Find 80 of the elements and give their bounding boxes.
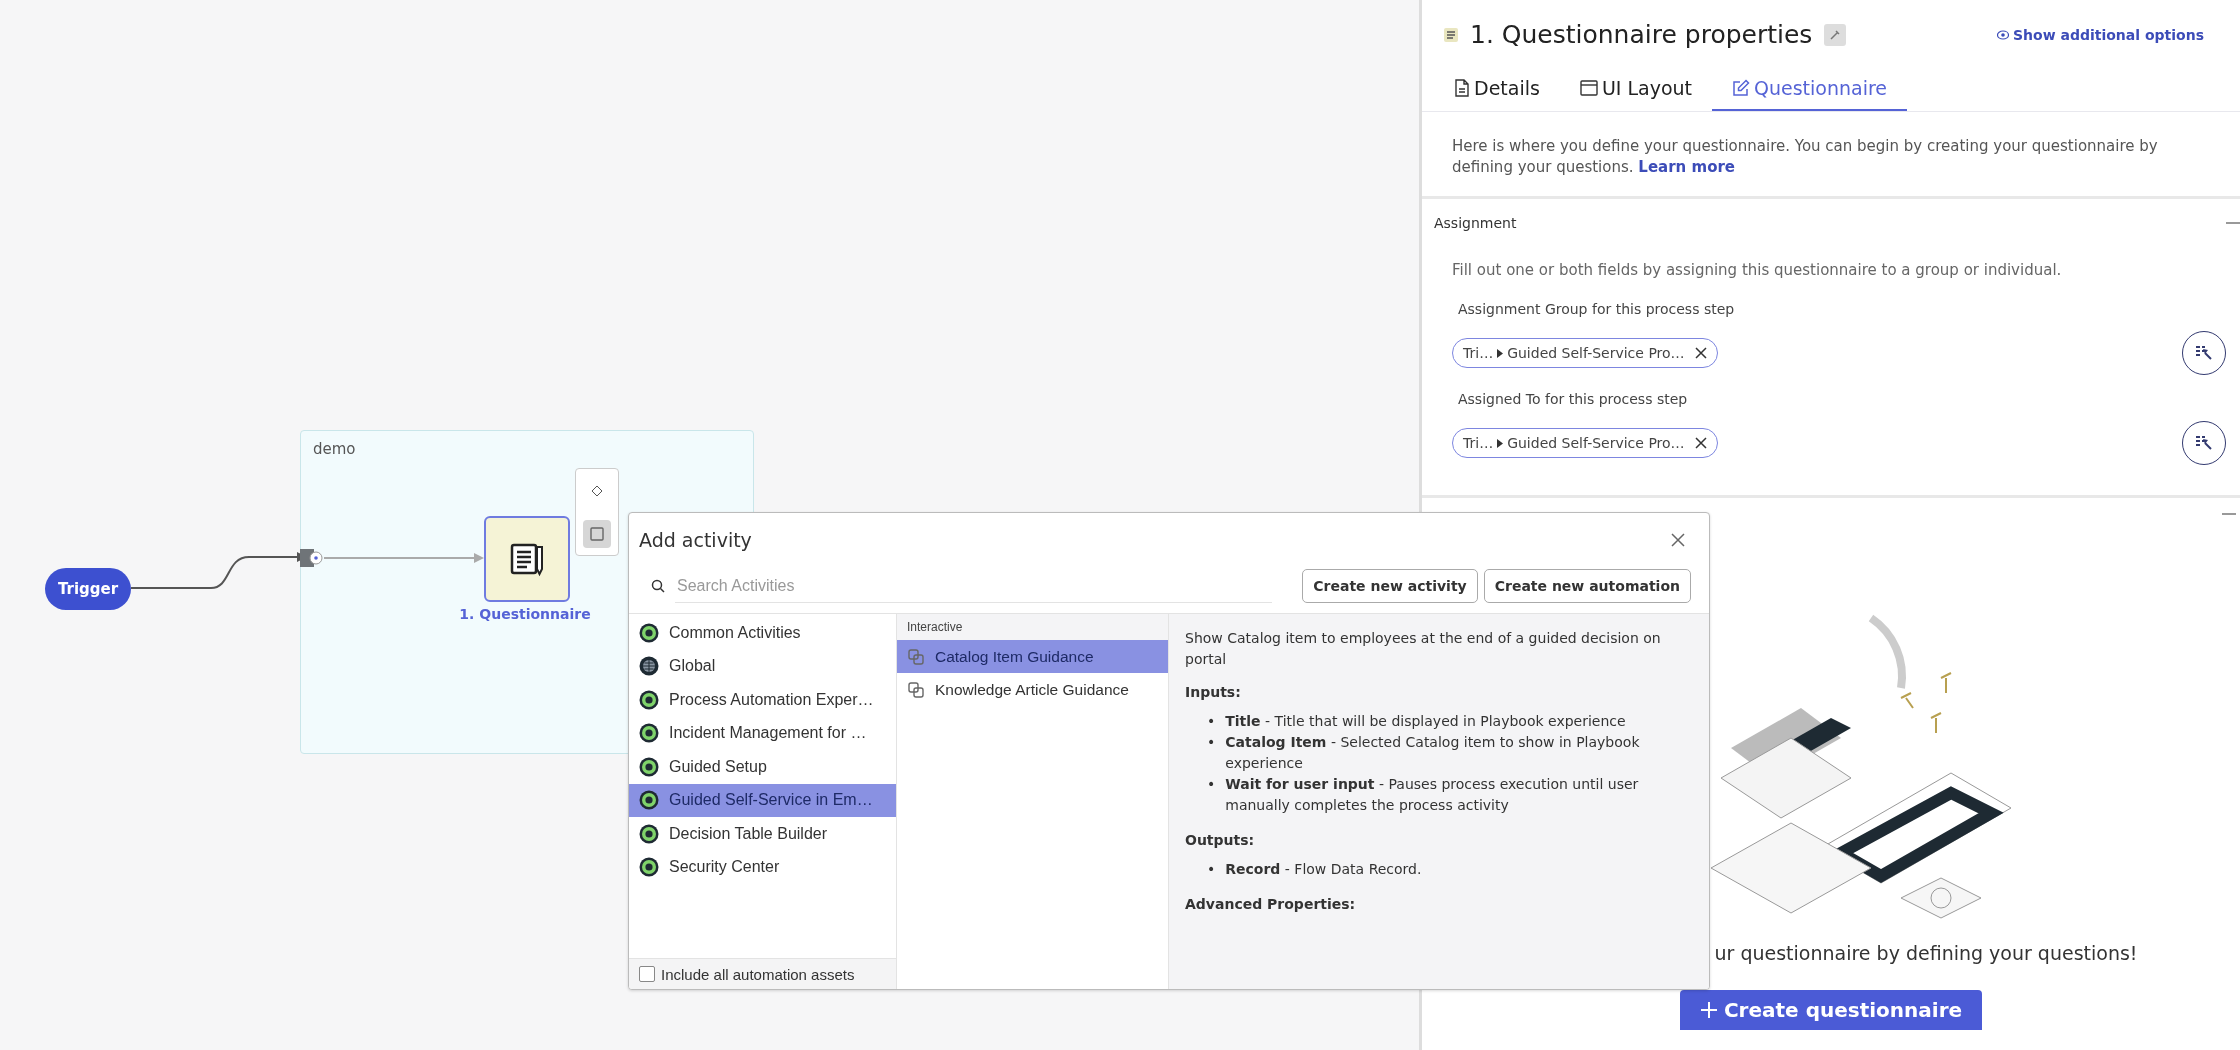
create-questionnaire-button[interactable]: Create questionnaire xyxy=(1679,990,1983,1030)
panel-tab[interactable]: Questionnaire xyxy=(1712,67,1908,111)
collapse-icon[interactable] xyxy=(2222,512,2236,516)
group-heading: Interactive xyxy=(897,614,1168,640)
bullet: • xyxy=(1207,712,1216,731)
eye-icon xyxy=(1997,28,2009,41)
caret-icon xyxy=(1497,348,1504,358)
lookup-button[interactable] xyxy=(2182,331,2226,375)
category-item[interactable]: Common Activities xyxy=(629,616,896,650)
category-item[interactable]: Security Center xyxy=(629,850,896,884)
edit-icon xyxy=(1732,79,1750,97)
questionnaire-node[interactable] xyxy=(484,516,570,602)
details-list-item: Wait for user input - Pauses process execution until user manually completes the process activity xyxy=(1225,775,1640,815)
activity-summary: Show Catalog item to employees at the end of a guided decision on portal xyxy=(1185,629,1662,669)
assignment-hint: Fill out one or both fields by assigning this questionnaire to a group or individual. xyxy=(1451,260,2063,281)
globe-icon xyxy=(639,656,659,677)
remove-icon[interactable] xyxy=(1694,347,1707,359)
group-label: demo xyxy=(313,440,356,458)
category-item[interactable]: Incident Management for … xyxy=(629,716,896,750)
create-button[interactable]: Create new activity xyxy=(1302,569,1478,603)
bullet: • xyxy=(1207,860,1216,879)
panel-tab[interactable]: UI Layout xyxy=(1559,67,1712,111)
trigger-node[interactable]: Trigger xyxy=(45,568,131,610)
bullet: • xyxy=(1207,775,1216,794)
activity-button[interactable] xyxy=(583,519,611,548)
lookup-icon xyxy=(2195,435,2213,451)
collapse-icon[interactable] xyxy=(2226,221,2240,225)
square-icon xyxy=(590,526,604,541)
dialog-title: Add activity xyxy=(639,529,752,551)
category-item[interactable]: Decision Table Builder xyxy=(629,817,896,851)
app-icon xyxy=(639,723,659,744)
search-field[interactable]: Search Activities xyxy=(675,569,1273,603)
details-list-item: Record - Flow Data Record. xyxy=(1225,860,1422,879)
lookup-button[interactable] xyxy=(2182,421,2226,465)
details-heading: Outputs: xyxy=(1185,831,1256,850)
node-label: 1. Questionnaire xyxy=(458,606,592,622)
linked-squares-icon xyxy=(907,680,925,699)
empty-state-text: ur questionnaire by defining your questions! xyxy=(1714,942,2138,964)
close-button[interactable] xyxy=(1669,531,1687,549)
include-all-checkbox[interactable]: Include all automation assets xyxy=(629,958,896,989)
field-label: Assigned To for this process step xyxy=(1457,390,1689,409)
panel-tab[interactable]: Details xyxy=(1434,67,1560,111)
app-icon xyxy=(639,790,659,811)
field-label: Assignment Group for this process step xyxy=(1457,300,1736,319)
form-icon xyxy=(1444,27,1458,42)
details-heading: Inputs: xyxy=(1185,683,1242,702)
create-button[interactable]: Create new automation xyxy=(1483,569,1691,603)
bullet: • xyxy=(1207,733,1216,752)
app-icon xyxy=(639,857,659,878)
edit-title-button[interactable] xyxy=(1824,23,1847,46)
app-icon xyxy=(639,689,659,710)
pencil-icon xyxy=(1829,28,1842,41)
diamond-icon xyxy=(591,484,603,497)
lookup-icon xyxy=(2195,345,2213,361)
app-icon xyxy=(639,756,659,777)
input-port-icon xyxy=(300,549,324,567)
details-list-item: Catalog Item - Selected Catalog item to show in Playbook experience xyxy=(1225,733,1641,773)
panel-title: 1. Questionnaire properties xyxy=(1470,20,1813,49)
search-icon xyxy=(651,579,665,593)
learn-more-link[interactable]: Learn more xyxy=(1638,158,1735,176)
plus-icon xyxy=(1699,1001,1718,1019)
details-list-item: Title - Title that will be displayed in Playbook experience xyxy=(1225,712,1626,731)
category-item[interactable]: Guided Setup xyxy=(629,750,896,784)
linked-squares-icon xyxy=(907,647,925,666)
caret-icon xyxy=(1497,438,1504,448)
section-heading: Assignment xyxy=(1434,215,1517,231)
show-options-link[interactable]: Show additional options xyxy=(1997,26,2204,43)
activity-item[interactable]: Catalog Item Guidance xyxy=(897,640,1168,673)
category-item[interactable]: Global xyxy=(629,649,896,683)
activity-item[interactable]: Knowledge Article Guidance xyxy=(897,673,1168,706)
details-heading: Advanced Properties: xyxy=(1185,895,1357,914)
app-icon xyxy=(639,622,659,643)
intro-text: Here is where you define your questionnaire. You can begin by creating your questionnaire by defining your questions. Learn more xyxy=(1422,112,2240,199)
document-icon xyxy=(1454,79,1470,97)
layout-icon xyxy=(1579,80,1598,96)
category-item[interactable]: Process Automation Exper… xyxy=(629,683,896,717)
app-icon xyxy=(639,823,659,844)
remove-icon[interactable] xyxy=(1694,437,1707,449)
category-item[interactable]: Guided Self-Service in Em… xyxy=(629,783,896,817)
form-pencil-icon xyxy=(509,541,545,577)
